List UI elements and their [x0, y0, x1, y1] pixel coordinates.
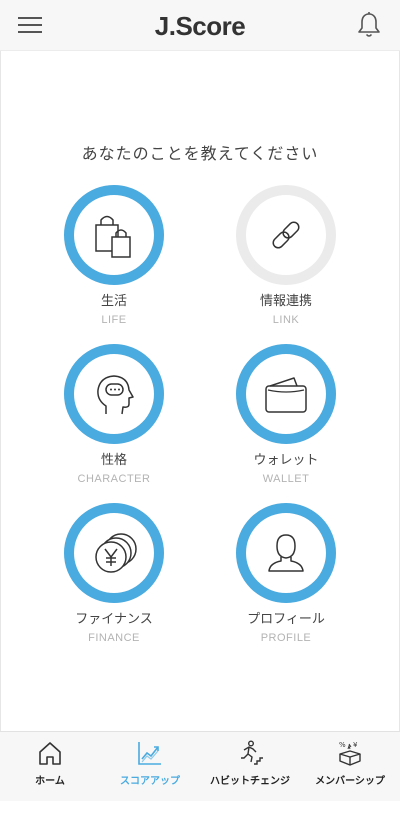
shopping-bags-icon	[88, 209, 140, 261]
category-life[interactable]: 生活 LIFE	[44, 183, 184, 326]
person-icon	[260, 527, 312, 579]
progress-ring	[234, 501, 338, 605]
category-link[interactable]: 情報連携 LINK	[216, 183, 356, 326]
category-sublabel: LINK	[272, 314, 300, 326]
category-label: 情報連携	[259, 293, 312, 308]
habit-runner-icon	[237, 740, 263, 766]
yen-coins-icon	[88, 527, 140, 579]
progress-ring	[62, 501, 166, 605]
category-label: ウォレット	[253, 452, 319, 467]
category-sublabel: FINANCE	[88, 632, 140, 644]
tab-label: メンバーシップ	[315, 776, 385, 787]
home-icon	[37, 740, 63, 766]
tab-label: ハビットチェンジ	[210, 776, 290, 787]
category-sublabel: WALLET	[262, 473, 310, 485]
tab-habit-change[interactable]: ハビットチェンジ	[200, 732, 300, 802]
bell-icon[interactable]	[356, 11, 382, 39]
app-title: J.Score	[154, 11, 246, 41]
score-chart-icon	[137, 740, 163, 766]
category-label: ファイナンス	[75, 611, 153, 626]
category-finance[interactable]: ファイナンス FINANCE	[44, 501, 184, 644]
category-sublabel: LIFE	[101, 314, 127, 326]
bottom-tab-bar: ホーム スコアアップ ハビットチェンジ % ¥ メンバーシップ	[0, 731, 400, 802]
category-label: 性格	[100, 452, 127, 467]
category-label: 生活	[100, 293, 127, 308]
category-label: プロフィール	[247, 611, 325, 626]
progress-ring	[234, 342, 338, 446]
category-character[interactable]: 性格 CHARACTER	[44, 342, 184, 485]
chain-link-icon	[260, 209, 312, 261]
membership-gift-icon: % ¥	[337, 740, 363, 766]
svg-text:¥: ¥	[353, 741, 358, 749]
tab-label: スコアアップ	[120, 776, 180, 787]
tab-membership[interactable]: % ¥ メンバーシップ	[300, 732, 400, 802]
head-profile-icon	[88, 368, 140, 420]
tab-score-up[interactable]: スコアアップ	[100, 732, 200, 802]
app-header: J.Score	[0, 0, 400, 51]
svg-text:%: %	[339, 741, 346, 749]
category-profile[interactable]: プロフィール PROFILE	[216, 501, 356, 644]
progress-ring	[234, 183, 338, 287]
progress-ring	[62, 183, 166, 287]
prompt-text: あなたのことを教えてください	[81, 146, 319, 163]
category-sublabel: CHARACTER	[77, 473, 151, 485]
wallet-icon	[260, 368, 312, 420]
tab-home[interactable]: ホーム	[0, 732, 100, 802]
tab-label: ホーム	[35, 776, 65, 787]
home-indicator-area	[0, 801, 400, 821]
category-sublabel: PROFILE	[260, 632, 312, 644]
progress-ring	[62, 342, 166, 446]
category-wallet[interactable]: ウォレット WALLET	[216, 342, 356, 485]
